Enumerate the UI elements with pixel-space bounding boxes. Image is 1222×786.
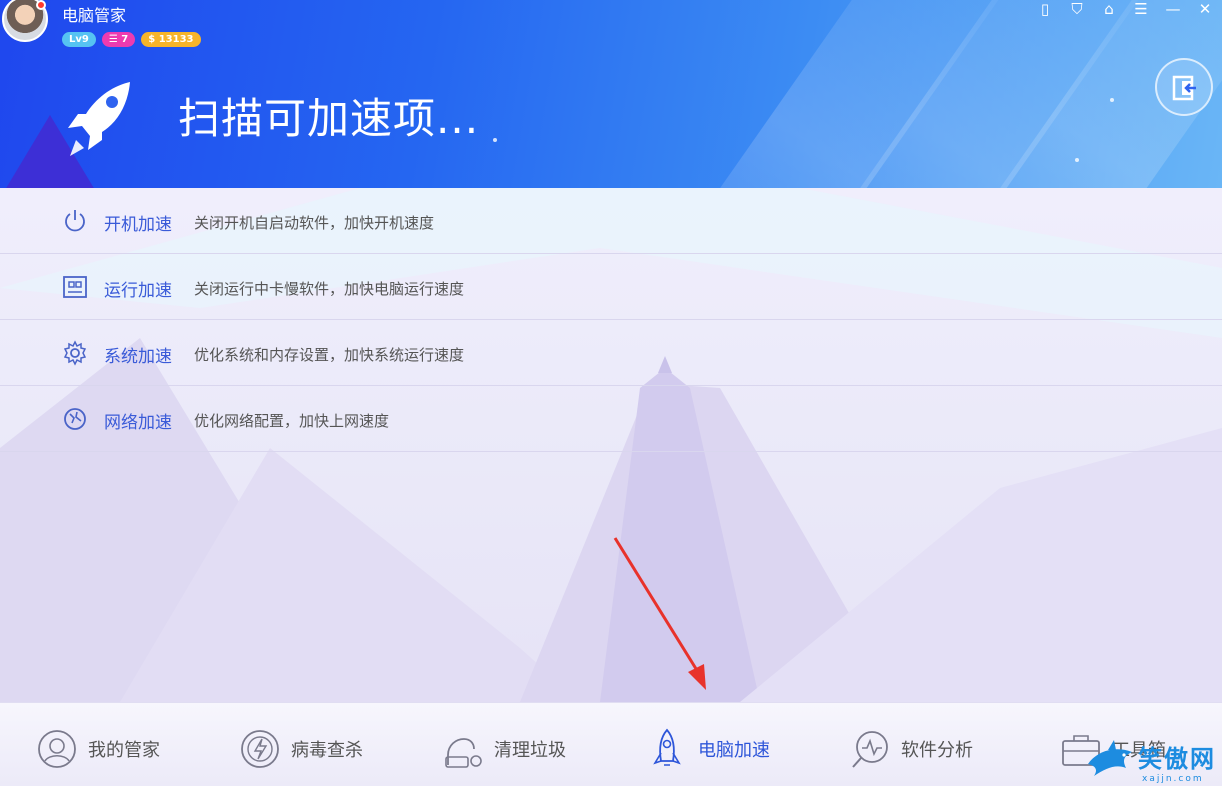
notification-dot <box>36 0 46 10</box>
power-icon <box>65 210 85 232</box>
nav-virus-scan[interactable]: 病毒查杀 <box>239 727 363 771</box>
skin-icon[interactable]: ⌂ <box>1098 0 1120 18</box>
nav-label: 我的管家 <box>88 740 160 761</box>
scan-status-title: 扫描可加速项... <box>178 94 480 143</box>
butler-icon <box>38 730 76 768</box>
gear-icon <box>63 340 87 366</box>
software-analysis-icon <box>852 731 888 768</box>
window-controls: ▯ ⛉ ⌂ ☰ — ✕ <box>1034 0 1216 18</box>
nav-label: 清理垃圾 <box>494 740 566 761</box>
minimize-icon[interactable]: — <box>1162 0 1184 18</box>
decor-dot <box>1110 98 1114 102</box>
watermark-text: 笑傲网 <box>1138 745 1216 773</box>
tasks-badge[interactable]: ☰ 7 <box>101 32 136 47</box>
decor-dot <box>1075 158 1079 162</box>
nav-clean-junk[interactable]: 清理垃圾 <box>442 727 566 771</box>
shark-logo-icon <box>1088 740 1132 776</box>
nav-label: 病毒查杀 <box>291 740 363 761</box>
virus-scan-icon <box>241 730 279 768</box>
phone-icon[interactable]: ▯ <box>1034 0 1056 18</box>
level-badge[interactable]: Lv9 <box>62 32 96 47</box>
coins-badge[interactable]: $ 13133 <box>141 32 201 47</box>
close-icon[interactable]: ✕ <box>1194 0 1216 18</box>
shield-icon[interactable]: ⛉ <box>1066 0 1088 18</box>
memory-chip-icon <box>63 276 87 298</box>
item-description: 优化系统和内存设置，加快系统运行速度 <box>194 346 465 364</box>
item-title: 运行加速 <box>104 281 172 301</box>
exit-icon <box>1172 75 1196 101</box>
exit-acceleration-button[interactable] <box>1155 58 1213 116</box>
app-title: 电脑管家 <box>62 6 127 25</box>
rocket-icon <box>68 82 130 156</box>
list-item-run-speedup[interactable]: 运行加速 关闭运行中卡慢软件，加快电脑运行速度 <box>0 254 1222 320</box>
user-badges: Lv9 ☰ 7 $ 13133 <box>62 32 201 47</box>
header-banner: 电脑管家 Lv9 ☰ 7 $ 13133 ▯ ⛉ ⌂ ☰ — ✕ 扫描可加速项.… <box>0 0 1222 188</box>
list-item-network-speedup[interactable]: 网络加速 优化网络配置，加快上网速度 <box>0 386 1222 452</box>
item-description: 优化网络配置，加快上网速度 <box>194 412 390 430</box>
nav-software-analysis[interactable]: 软件分析 <box>849 727 973 771</box>
item-title: 系统加速 <box>104 347 172 367</box>
decor-dot <box>493 138 497 142</box>
nav-label: 电脑加速 <box>698 740 770 761</box>
menu-icon[interactable]: ☰ <box>1130 0 1152 18</box>
list-item-system-speedup[interactable]: 系统加速 优化系统和内存设置，加快系统运行速度 <box>0 320 1222 386</box>
network-icon <box>64 408 86 430</box>
item-title: 开机加速 <box>104 215 172 235</box>
item-description: 关闭运行中卡慢软件，加快电脑运行速度 <box>194 280 465 298</box>
nav-label: 软件分析 <box>901 740 973 761</box>
item-description: 关闭开机自启动软件，加快开机速度 <box>194 214 435 232</box>
nav-my-butler[interactable]: 我的管家 <box>36 727 160 771</box>
item-title: 网络加速 <box>104 413 172 433</box>
acceleration-panel: 开机加速 关闭开机自启动软件，加快开机速度 运行加速 关闭运行中卡慢软件，加快电… <box>0 188 1222 702</box>
vacuum-icon <box>445 738 482 768</box>
nav-pc-speedup[interactable]: 电脑加速 <box>646 727 770 771</box>
watermark-url: xajjn.com <box>1142 774 1204 784</box>
site-watermark: 笑傲网 xajjn.com <box>1086 738 1222 786</box>
rocket-icon <box>653 728 681 766</box>
bottom-navigation: 我的管家 病毒查杀 清理垃圾 电脑加速 软件分析 工具箱 <box>0 702 1222 786</box>
list-item-boot-speedup[interactable]: 开机加速 关闭开机自启动软件，加快开机速度 <box>0 188 1222 254</box>
